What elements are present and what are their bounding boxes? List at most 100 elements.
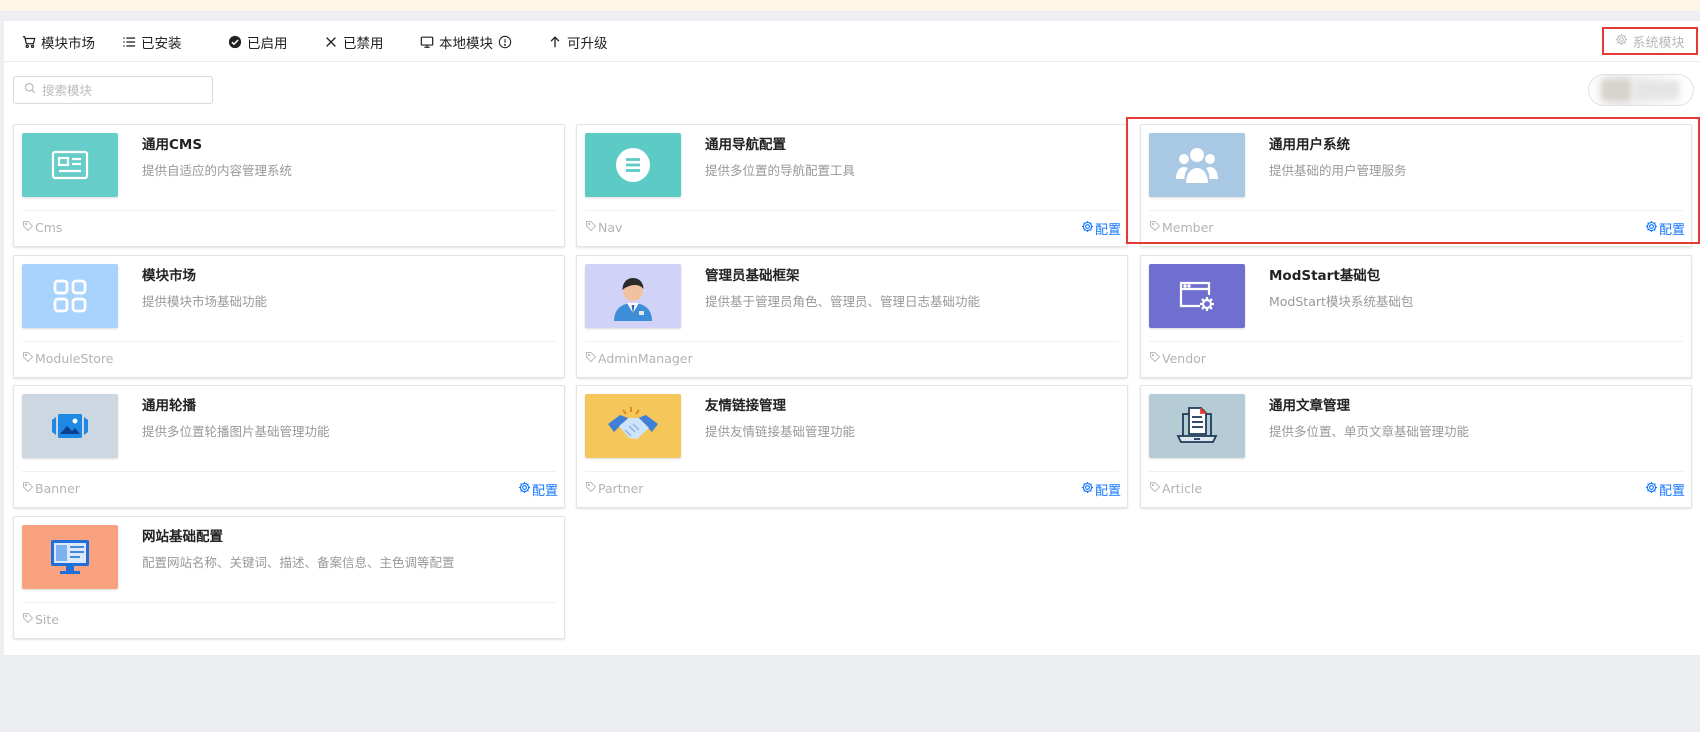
tabs-divider xyxy=(4,61,1700,62)
module-desc: 提供多位置轮播图片基础管理功能 xyxy=(142,424,330,439)
card-divider xyxy=(22,210,556,211)
module-card-nav[interactable]: 通用导航配置 提供多位置的导航配置工具 Nav 配置 xyxy=(576,124,1128,247)
card-divider xyxy=(585,341,1119,342)
tag-icon xyxy=(585,481,597,496)
module-title: 友情链接管理 xyxy=(705,398,786,414)
laptop-document-icon xyxy=(1149,394,1245,458)
config-label: 配置 xyxy=(531,484,558,499)
module-tag-label: ModuleStore xyxy=(35,351,114,366)
gear-icon xyxy=(1081,220,1094,237)
window-gear-icon xyxy=(1149,264,1245,328)
module-card-site[interactable]: 网站基础配置 配置网站名称、关键词、描述、备案信息、主色调等配置 Site xyxy=(13,516,565,639)
module-desc: 提供多位置的导航配置工具 xyxy=(705,163,856,178)
image-carousel-icon xyxy=(22,394,118,458)
users-icon xyxy=(1149,133,1245,197)
notice-banner-strip xyxy=(0,0,1700,11)
monitor-icon xyxy=(420,35,434,49)
cms-card-icon xyxy=(22,133,118,197)
module-card-adminmanager[interactable]: 管理员基础框架 提供基于管理员角色、管理员、管理日志基础功能 AdminMana… xyxy=(576,255,1128,378)
search-input[interactable] xyxy=(42,82,202,98)
arrow-up-icon xyxy=(548,35,562,49)
module-title: 通用CMS xyxy=(142,137,203,153)
module-tag-label: Nav xyxy=(598,220,623,235)
handshake-icon xyxy=(585,394,681,458)
tab-installed[interactable]: 已安装 xyxy=(122,31,182,53)
module-title: ModStart基础包 xyxy=(1269,268,1381,284)
module-title: 通用导航配置 xyxy=(705,137,786,153)
check-circle-icon xyxy=(228,35,242,49)
module-title: 通用用户系统 xyxy=(1269,137,1350,153)
module-tag-label: Vendor xyxy=(1162,351,1206,366)
module-tag-label: Member xyxy=(1162,220,1214,235)
config-label: 配置 xyxy=(1094,484,1121,499)
gear-icon xyxy=(518,481,531,498)
module-card-partner[interactable]: 友情链接管理 提供友情链接基础管理功能 Partner 配置 xyxy=(576,385,1128,508)
view-toggle[interactable] xyxy=(1588,74,1694,106)
search-icon xyxy=(24,82,36,98)
module-card-vendor[interactable]: ModStart基础包 ModStart模块系统基础包 Vendor xyxy=(1140,255,1692,378)
config-button[interactable]: 配置 xyxy=(1645,480,1685,499)
config-button[interactable]: 配置 xyxy=(1081,480,1121,499)
module-tag: ModuleStore xyxy=(22,351,114,366)
tab-label: 已安装 xyxy=(141,36,182,52)
module-tag-label: Banner xyxy=(35,481,80,496)
search-box[interactable] xyxy=(13,76,213,104)
module-card-cms[interactable]: 通用CMS 提供自适应的内容管理系统 Cms xyxy=(13,124,565,247)
gear-icon xyxy=(1645,481,1658,498)
tab-label: 已禁用 xyxy=(343,36,384,52)
module-tag: Banner xyxy=(22,481,80,496)
toggle-knob xyxy=(1601,79,1631,101)
toggle-label xyxy=(1635,81,1679,99)
card-divider xyxy=(22,602,556,603)
config-label: 配置 xyxy=(1658,223,1685,238)
gear-icon xyxy=(1645,220,1658,237)
card-divider xyxy=(22,471,556,472)
module-tag: Article xyxy=(1149,481,1202,496)
card-divider xyxy=(585,471,1119,472)
tab-system-modules[interactable]: 系统模块 xyxy=(1602,27,1698,55)
tab-enabled[interactable]: 已启用 xyxy=(228,31,288,53)
module-tag-label: Partner xyxy=(598,481,644,496)
tag-icon xyxy=(22,220,34,235)
admin-avatar-icon xyxy=(585,264,681,328)
gear-icon xyxy=(1081,481,1094,498)
module-tag-label: AdminManager xyxy=(598,351,693,366)
tag-icon xyxy=(1149,351,1161,366)
module-card-banner[interactable]: 通用轮播 提供多位置轮播图片基础管理功能 Banner 配置 xyxy=(13,385,565,508)
tab-disabled[interactable]: 已禁用 xyxy=(324,31,384,53)
tag-icon xyxy=(1149,220,1161,235)
tag-icon xyxy=(585,351,597,366)
module-tag-label: Cms xyxy=(35,220,63,235)
tag-icon xyxy=(22,351,34,366)
config-button[interactable]: 配置 xyxy=(1081,219,1121,238)
module-tag-label: Article xyxy=(1162,481,1203,496)
close-icon xyxy=(324,35,338,49)
module-desc: 提供模块市场基础功能 xyxy=(142,294,268,309)
config-button[interactable]: 配置 xyxy=(1645,219,1685,238)
card-divider xyxy=(1149,471,1683,472)
module-tag: Vendor xyxy=(1149,351,1206,366)
module-card-modulestore[interactable]: 模块市场 提供模块市场基础功能 ModuleStore xyxy=(13,255,565,378)
tab-label: 模块市场 xyxy=(41,36,95,52)
tab-upgradable[interactable]: 可升级 xyxy=(548,31,608,53)
cart-icon xyxy=(22,35,36,49)
module-tag: Nav xyxy=(585,220,622,235)
config-label: 配置 xyxy=(1094,223,1121,238)
module-card-member[interactable]: 通用用户系统 提供基础的用户管理服务 Member 配置 xyxy=(1140,124,1692,247)
monitor-website-icon xyxy=(22,525,118,589)
module-desc: 配置网站名称、关键词、描述、备案信息、主色调等配置 xyxy=(142,555,455,570)
grid-apps-icon xyxy=(22,264,118,328)
module-title: 网站基础配置 xyxy=(142,529,223,545)
config-button[interactable]: 配置 xyxy=(518,480,558,499)
module-tag: Site xyxy=(22,612,59,627)
module-title: 通用文章管理 xyxy=(1269,398,1350,414)
tab-label: 已启用 xyxy=(247,36,288,52)
module-title: 模块市场 xyxy=(142,268,196,284)
info-circle-icon[interactable] xyxy=(498,35,512,49)
module-desc: 提供基础的用户管理服务 xyxy=(1269,163,1407,178)
tab-local-modules[interactable]: 本地模块 xyxy=(420,31,512,53)
module-tag: AdminManager xyxy=(585,351,693,366)
tab-module-market[interactable]: 模块市场 xyxy=(22,31,95,53)
nav-menu-icon xyxy=(585,133,681,197)
module-card-article[interactable]: 通用文章管理 提供多位置、单页文章基础管理功能 Article 配置 xyxy=(1140,385,1692,508)
